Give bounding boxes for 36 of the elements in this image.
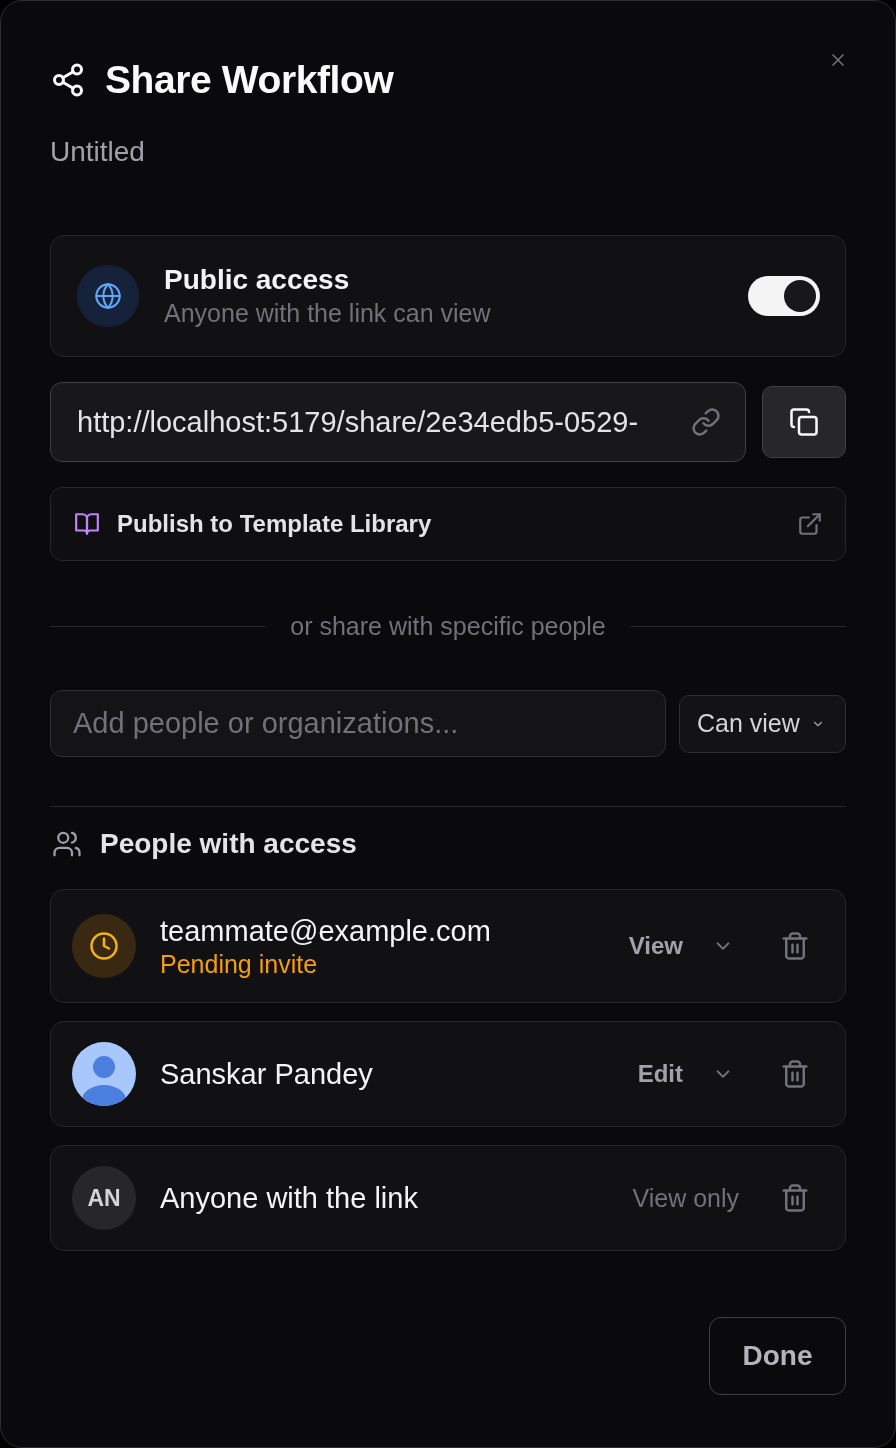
clock-icon [72,914,136,978]
copy-button[interactable] [762,386,846,458]
role-label: View only [632,1183,739,1213]
done-button[interactable]: Done [709,1317,846,1395]
trash-icon [780,1059,810,1089]
external-link-icon [797,511,823,537]
invite-field[interactable]: Add people or organizations... [50,690,666,757]
member-name: Anyone with the link [160,1180,419,1216]
globe-icon [77,265,139,327]
trash-icon [780,931,810,961]
link-icon [691,407,721,437]
member-name: teammate@example.com [160,913,492,949]
book-icon [74,511,100,537]
workflow-name: Untitled [50,135,146,169]
delete-button[interactable] [780,931,810,961]
trash-icon [780,1183,810,1213]
role-dropdown[interactable]: View [628,932,734,960]
publish-button[interactable]: Publish to Template Library [50,487,846,561]
users-icon [52,829,82,859]
permission-dropdown[interactable]: Can view [679,694,846,753]
role-dropdown[interactable]: Edit [637,1060,734,1088]
share-link-field[interactable]: http://localhost:5179/share/2e34edb5-0529- [50,382,746,462]
public-access-description: Anyone with the link can view [164,298,492,329]
copy-icon [789,407,819,437]
initials-avatar: AN [72,1166,136,1230]
public-access-title: Public access [164,263,351,297]
invite-status: Pending invite [160,948,319,979]
person-avatar-icon [72,1042,136,1106]
member-name: Sanskar Pandey [160,1056,374,1092]
dialog-title: Share Workflow [105,58,394,102]
public-access-toggle[interactable] [748,276,820,316]
share-icon [50,62,86,98]
delete-button[interactable] [780,1183,810,1213]
delete-button[interactable] [780,1059,810,1089]
divider-label: or share with specific people [290,611,606,641]
people-heading: People with access [100,828,357,860]
